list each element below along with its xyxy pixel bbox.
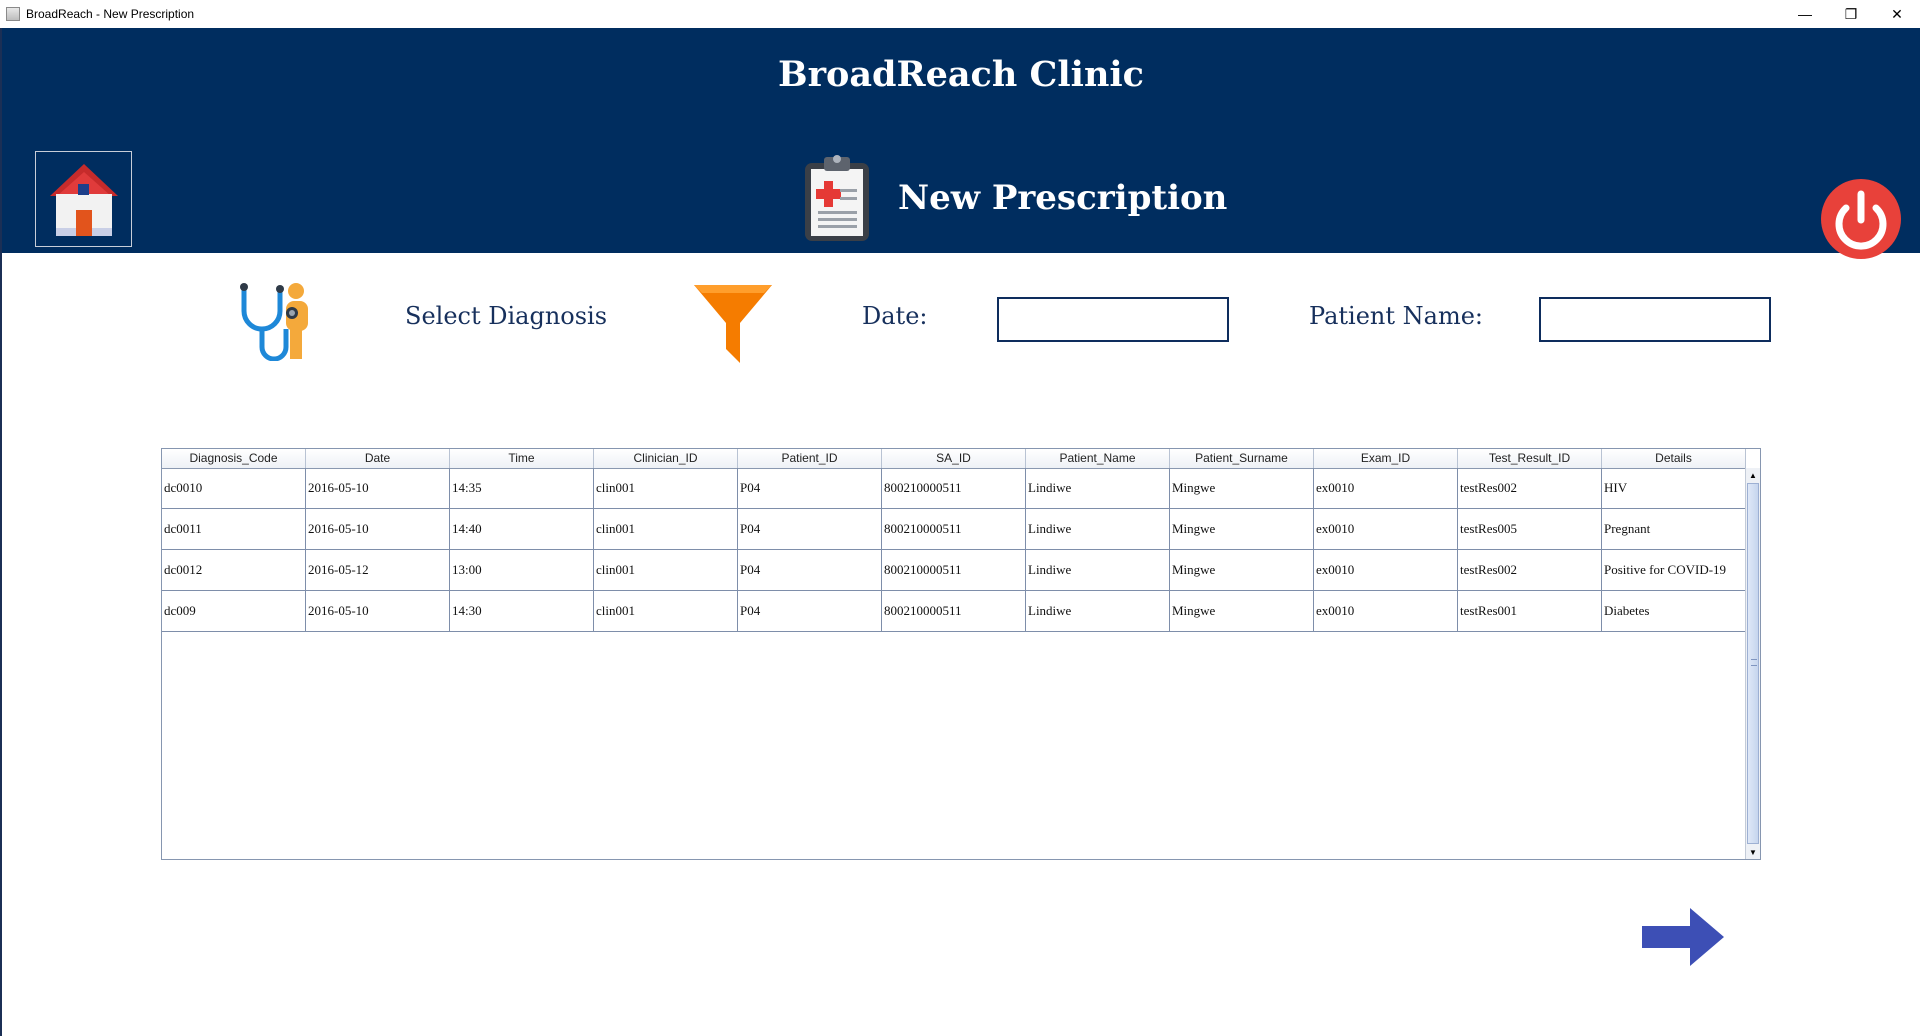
filter-funnel-icon[interactable] bbox=[692, 283, 774, 363]
table-cell[interactable]: Lindiwe bbox=[1026, 468, 1170, 508]
column-header[interactable]: Clinician_ID bbox=[594, 449, 738, 468]
column-header[interactable]: Time bbox=[450, 449, 594, 468]
table-cell[interactable]: dc0012 bbox=[162, 550, 306, 590]
table-cell[interactable]: 2016-05-10 bbox=[306, 509, 450, 549]
right-arrow-icon[interactable] bbox=[1642, 908, 1724, 966]
table-row[interactable]: dc0010 2016-05-10 14:35 clin001 P04 800210000… bbox=[162, 468, 1746, 509]
date-label: Date: bbox=[862, 302, 928, 330]
table-cell[interactable]: dc0011 bbox=[162, 509, 306, 549]
select-diagnosis-label[interactable]: Select Diagnosis bbox=[405, 302, 607, 330]
scroll-up-arrow-icon[interactable]: ▲ bbox=[1746, 468, 1760, 482]
medical-clipboard-icon bbox=[805, 155, 869, 241]
table-cell[interactable]: 14:35 bbox=[450, 468, 594, 508]
table-cell[interactable]: Lindiwe bbox=[1026, 509, 1170, 549]
table-cell[interactable]: Lindiwe bbox=[1026, 550, 1170, 590]
vertical-scrollbar[interactable]: ▲ ▼ bbox=[1745, 468, 1760, 859]
table-cell[interactable]: Lindiwe bbox=[1026, 591, 1170, 631]
table-cell[interactable]: Positive for COVID-19 bbox=[1602, 550, 1746, 590]
column-header[interactable]: Diagnosis_Code bbox=[162, 449, 306, 468]
table-cell[interactable]: 800210000511 bbox=[882, 591, 1026, 631]
table-cell[interactable]: ex0010 bbox=[1314, 468, 1458, 508]
table-cell[interactable]: 2016-05-10 bbox=[306, 468, 450, 508]
table-cell[interactable]: P04 bbox=[738, 509, 882, 549]
table-cell[interactable]: Mingwe bbox=[1170, 468, 1314, 508]
page-title-group: New Prescription bbox=[802, 148, 1227, 248]
doctor-stethoscope-icon[interactable] bbox=[236, 281, 316, 361]
table-cell[interactable]: 800210000511 bbox=[882, 509, 1026, 549]
column-header[interactable]: Patient_ID bbox=[738, 449, 882, 468]
table-cell[interactable]: 2016-05-10 bbox=[306, 591, 450, 631]
table-cell[interactable]: 800210000511 bbox=[882, 468, 1026, 508]
table-cell[interactable]: testRes005 bbox=[1458, 509, 1602, 549]
date-field[interactable] bbox=[997, 297, 1229, 342]
table-cell[interactable]: Mingwe bbox=[1170, 509, 1314, 549]
window-controls: — ❐ ✕ bbox=[1782, 0, 1920, 28]
table-cell[interactable]: P04 bbox=[738, 468, 882, 508]
scrollbar-grip bbox=[1751, 659, 1757, 666]
column-header[interactable]: Date bbox=[306, 449, 450, 468]
table-row[interactable]: dc0011 2016-05-10 14:40 clin001 P04 800210000… bbox=[162, 509, 1746, 550]
window-title: BroadReach - New Prescription bbox=[26, 7, 195, 21]
column-header[interactable]: SA_ID bbox=[882, 449, 1026, 468]
home-button[interactable] bbox=[35, 151, 132, 247]
patient-name-field[interactable] bbox=[1539, 297, 1771, 342]
java-app-icon bbox=[6, 7, 20, 21]
power-button[interactable] bbox=[1820, 178, 1902, 260]
clinic-name: BroadReach Clinic bbox=[778, 54, 1144, 95]
table-cell[interactable]: Mingwe bbox=[1170, 550, 1314, 590]
table-cell[interactable]: clin001 bbox=[594, 550, 738, 590]
table-cell[interactable]: Pregnant bbox=[1602, 509, 1746, 549]
column-header[interactable]: Test_Result_ID bbox=[1458, 449, 1602, 468]
table-cell[interactable]: dc009 bbox=[162, 591, 306, 631]
table-cell[interactable]: 2016-05-12 bbox=[306, 550, 450, 590]
home-icon bbox=[49, 164, 118, 236]
patient-name-label: Patient Name: bbox=[1309, 302, 1483, 330]
table-cell[interactable]: clin001 bbox=[594, 509, 738, 549]
table-cell[interactable]: ex0010 bbox=[1314, 550, 1458, 590]
scroll-down-arrow-icon[interactable]: ▼ bbox=[1746, 845, 1760, 859]
power-icon bbox=[1821, 179, 1901, 259]
table-cell[interactable]: P04 bbox=[738, 550, 882, 590]
table-cell[interactable]: ex0010 bbox=[1314, 591, 1458, 631]
table-cell[interactable]: P04 bbox=[738, 591, 882, 631]
header-band: BroadReach Clinic New Prescription bbox=[2, 28, 1920, 259]
table-cell[interactable]: ex0010 bbox=[1314, 509, 1458, 549]
table-header: Diagnosis_Code Date Time Clinician_ID Patien… bbox=[162, 449, 1746, 469]
table-cell[interactable]: 14:40 bbox=[450, 509, 594, 549]
table-cell[interactable]: 800210000511 bbox=[882, 550, 1026, 590]
restore-button[interactable]: ❐ bbox=[1828, 0, 1874, 28]
column-header[interactable]: Patient_Name bbox=[1026, 449, 1170, 468]
window-titlebar: BroadReach - New Prescription — ❐ ✕ bbox=[0, 0, 1920, 28]
minimize-button[interactable]: — bbox=[1782, 0, 1828, 28]
table-body: dc0010 2016-05-10 14:35 clin001 P04 800210000… bbox=[162, 468, 1746, 632]
page-title: New Prescription bbox=[898, 178, 1228, 218]
table-cell[interactable]: HIV bbox=[1602, 468, 1746, 508]
table-cell[interactable]: 14:30 bbox=[450, 591, 594, 631]
table-cell[interactable]: testRes001 bbox=[1458, 591, 1602, 631]
table-cell[interactable]: Mingwe bbox=[1170, 591, 1314, 631]
table-cell[interactable]: 13:00 bbox=[450, 550, 594, 590]
column-header[interactable]: Patient_Surname bbox=[1170, 449, 1314, 468]
table-cell[interactable]: Diabetes bbox=[1602, 591, 1746, 631]
table-cell[interactable]: dc0010 bbox=[162, 468, 306, 508]
table-row[interactable]: dc009 2016-05-10 14:30 clin001 P04 8002100005… bbox=[162, 591, 1746, 632]
close-button[interactable]: ✕ bbox=[1874, 0, 1920, 28]
column-header[interactable]: Details bbox=[1602, 449, 1746, 468]
table-cell[interactable]: clin001 bbox=[594, 591, 738, 631]
table-cell[interactable]: testRes002 bbox=[1458, 468, 1602, 508]
diagnosis-table[interactable]: Diagnosis_Code Date Time Clinician_ID Patien… bbox=[161, 448, 1761, 860]
table-row[interactable]: dc0012 2016-05-12 13:00 clin001 P04 800210000… bbox=[162, 550, 1746, 591]
table-cell[interactable]: testRes002 bbox=[1458, 550, 1602, 590]
table-cell[interactable]: clin001 bbox=[594, 468, 738, 508]
scrollbar-thumb[interactable] bbox=[1747, 483, 1759, 844]
column-header[interactable]: Exam_ID bbox=[1314, 449, 1458, 468]
